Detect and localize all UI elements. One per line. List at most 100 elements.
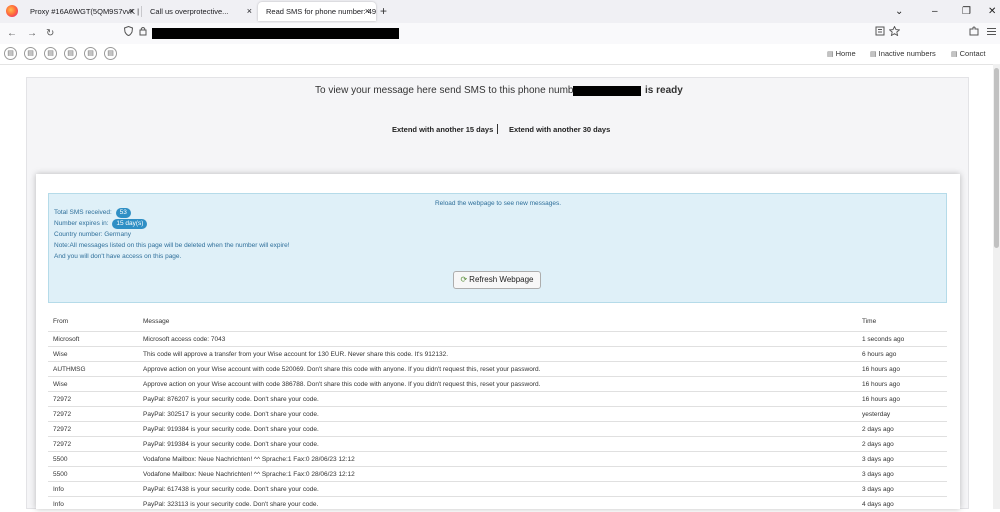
window-close-button[interactable]: ✕ — [988, 2, 996, 21]
total-sms-label: Total SMS received: — [54, 209, 112, 216]
tab-title: Read SMS for phone number: 4915... — [266, 7, 376, 16]
scrollbar-thumb[interactable] — [994, 68, 999, 248]
headline-prefix: To view your message here send SMS to th… — [315, 85, 588, 96]
row-message: PayPal: 302517 is your security code. Do… — [143, 411, 319, 418]
table-row: Info PayPal: 617438 is your security cod… — [48, 481, 947, 497]
row-message: Vodafone Mailbox: Neue Nachrichten! ^^ S… — [143, 456, 355, 463]
close-icon[interactable]: × — [129, 2, 134, 21]
share-icon[interactable]: ▤ — [44, 47, 57, 60]
headline-suffix: is ready — [645, 85, 683, 96]
row-message: Approve action on your Wise account with… — [143, 381, 541, 388]
phone-number-redacted — [573, 86, 641, 96]
row-time: 16 hours ago — [862, 396, 900, 403]
extend-30-days-link[interactable]: Extend with another 30 days — [509, 125, 610, 134]
new-tab-button[interactable]: + — [380, 2, 387, 21]
access-line: And you will don't have access on this p… — [54, 253, 182, 260]
home-icon: ▤ — [827, 51, 834, 58]
table-row: 72972 PayPal: 919384 is your security co… — [48, 436, 947, 452]
row-message: PayPal: 876207 is your security code. Do… — [143, 396, 319, 403]
row-from: 72972 — [53, 426, 72, 433]
tab-call-us[interactable]: Call us overprotective... × — [142, 2, 258, 21]
row-message: PayPal: 919384 is your security code. Do… — [143, 426, 319, 433]
row-message: This code will approve a transfer from y… — [143, 351, 449, 358]
row-from: Info — [53, 501, 64, 508]
row-time: 4 days ago — [862, 501, 894, 508]
firefox-logo-icon[interactable] — [6, 5, 18, 17]
note-line: Note:All messages listed on this page wi… — [54, 242, 290, 249]
tab-strip: Proxy #16A6WGT(5QM9S7vvK | Fro... × Call… — [0, 0, 1000, 23]
column-header-time: Time — [862, 318, 877, 325]
row-from: 72972 — [53, 396, 72, 403]
row-message: Microsoft access code: 7043 — [143, 336, 226, 343]
tab-proxy[interactable]: Proxy #16A6WGT(5QM9S7vvK | Fro... × — [22, 2, 140, 21]
row-time: 2 days ago — [862, 441, 894, 448]
nav-home-label: Home — [835, 49, 856, 58]
back-button[interactable]: ← — [7, 23, 17, 44]
table-row: 72972 PayPal: 876207 is your security co… — [48, 391, 947, 407]
row-from: Info — [53, 486, 64, 493]
tab-title: Call us overprotective... — [150, 7, 229, 16]
row-from: 72972 — [53, 441, 72, 448]
maximize-button[interactable]: ❐ — [962, 2, 971, 21]
extend-15-days-link[interactable]: Extend with another 15 days — [392, 125, 493, 134]
nav-home-link[interactable]: ▤ Home — [827, 44, 856, 65]
reload-button[interactable]: ↻ — [46, 23, 54, 44]
country-line: Country number: Germany — [54, 231, 131, 238]
close-icon[interactable]: × — [365, 2, 370, 21]
total-sms-line: Total SMS received: 53 — [54, 208, 131, 218]
refresh-webpage-button[interactable]: ⟳ Refresh Webpage — [453, 271, 541, 289]
minimize-button[interactable]: – — [932, 2, 938, 21]
tab-read-sms[interactable]: Read SMS for phone number: 4915... × — [258, 2, 376, 21]
forward-button[interactable]: → — [27, 23, 37, 44]
nav-contact-label: Contact — [959, 49, 986, 58]
nav-contact-link[interactable]: ▤ Contact — [951, 44, 985, 65]
expires-line: Number expires in: 15 day(s) — [54, 219, 148, 229]
table-row: Microsoft Microsoft access code: 7043 1 … — [48, 331, 947, 347]
row-message: Approve action on your Wise account with… — [143, 366, 541, 373]
table-row: Info PayPal: 323113 is your security cod… — [48, 496, 947, 510]
tracking-shield-icon[interactable] — [123, 23, 134, 44]
tab-title: Proxy #16A6WGT(5QM9S7vvK | Fro... — [30, 7, 140, 16]
row-from: AUTHMSG — [53, 366, 86, 373]
url-redacted[interactable] — [152, 28, 399, 39]
row-time: 3 days ago — [862, 456, 894, 463]
table-row: 5500 Vodafone Mailbox: Neue Nachrichten!… — [48, 466, 947, 482]
bookmark-star-icon[interactable] — [888, 23, 901, 44]
share-icon[interactable]: ▤ — [64, 47, 77, 60]
table-row: Wise This code will approve a transfer f… — [48, 346, 947, 362]
row-time: 6 hours ago — [862, 351, 897, 358]
row-message: PayPal: 323113 is your security code. Do… — [143, 501, 319, 508]
share-icon[interactable]: ▤ — [4, 47, 17, 60]
menu-icon[interactable] — [987, 23, 996, 44]
refresh-button-label: Refresh Webpage — [469, 275, 534, 284]
table-row: Wise Approve action on your Wise account… — [48, 376, 947, 392]
share-icon[interactable]: ▤ — [104, 47, 117, 60]
row-time: 1 seconds ago — [862, 336, 905, 343]
column-header-message: Message — [143, 318, 170, 325]
table-row: 72972 PayPal: 302517 is your security co… — [48, 406, 947, 422]
expires-badge: 15 day(s) — [112, 219, 148, 229]
close-icon[interactable]: × — [247, 2, 252, 21]
row-from: Microsoft — [53, 336, 80, 343]
row-time: 16 hours ago — [862, 381, 900, 388]
site-toolbar: ▤ ▤ ▤ ▤ ▤ ▤ ▤ Home ▤ Inactive numbers ▤ Con… — [0, 44, 1000, 65]
nav-inactive-numbers-link[interactable]: ▤ Inactive numbers — [870, 44, 936, 65]
table-row: 5500 Vodafone Mailbox: Neue Nachrichten!… — [48, 451, 947, 467]
table-row: AUTHMSG Approve action on your Wise acco… — [48, 361, 947, 377]
extensions-icon[interactable] — [969, 23, 979, 44]
row-from: Wise — [53, 381, 68, 388]
navigation-bar: ← → ↻ — [0, 23, 1000, 45]
nav-inactive-label: Inactive numbers — [878, 49, 936, 58]
reader-view-icon[interactable] — [875, 23, 885, 44]
refresh-icon: ⟳ — [460, 275, 468, 284]
share-icon[interactable]: ▤ — [84, 47, 97, 60]
lock-icon[interactable] — [139, 23, 147, 44]
row-time: yesterday — [862, 411, 891, 418]
row-from: 5500 — [53, 471, 68, 478]
list-icon: ▤ — [870, 51, 877, 58]
row-from: 72972 — [53, 411, 72, 418]
row-from: 5500 — [53, 456, 68, 463]
extend-separator — [497, 124, 498, 134]
share-icon[interactable]: ▤ — [24, 47, 37, 60]
tab-list-chevron-icon[interactable]: ⌄ — [895, 2, 903, 21]
